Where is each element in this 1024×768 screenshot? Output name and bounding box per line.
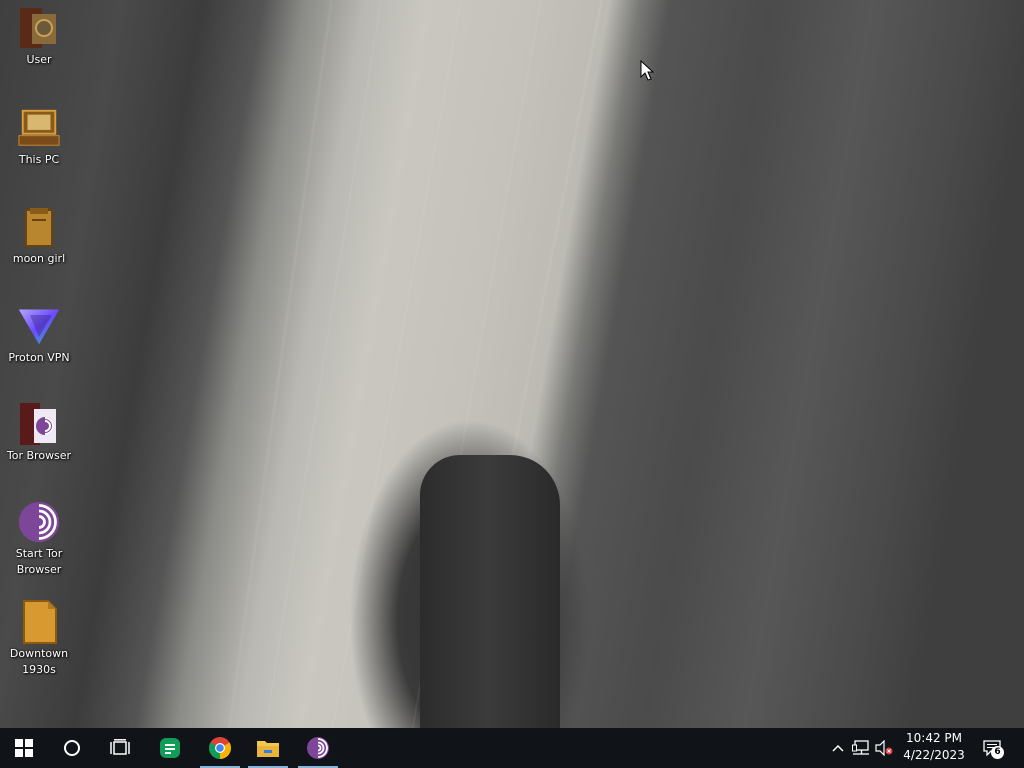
volume-muted-icon [875, 740, 893, 756]
task-view-icon [110, 739, 130, 755]
desktop-icon-label: Downtown 1930s [9, 647, 69, 676]
desktop-wallpaper: User This PC moon girl Proton VPN Tor Br… [0, 0, 1024, 728]
tor-browser-icon [17, 500, 61, 544]
desktop-icon-label: Start Tor Browser [15, 547, 63, 576]
desktop-icon-label: User [26, 53, 52, 66]
windows-start-icon [15, 739, 33, 757]
desktop-icon-label: This PC [18, 153, 60, 166]
user-folder-icon [17, 6, 61, 50]
desktop-icon-label: Proton VPN [8, 351, 70, 364]
desktop-icon-tor-browser-folder[interactable]: Tor Browser [4, 402, 74, 464]
tray-overflow-button[interactable] [828, 738, 848, 758]
folder-icon [17, 205, 61, 249]
clock-date: 4/22/2023 [903, 748, 965, 762]
search-circle-icon [64, 740, 80, 756]
notification-count-badge: 6 [991, 746, 1004, 759]
network-icon [852, 740, 869, 755]
desktop-icon-user[interactable]: User [4, 6, 74, 68]
desktop-icon-start-tor-browser[interactable]: Start Tor Browser [4, 500, 74, 578]
taskbar-app-sheets[interactable] [146, 728, 194, 768]
chrome-icon [209, 737, 231, 759]
search-button[interactable] [48, 728, 96, 768]
taskbar-app-file-explorer[interactable] [244, 728, 292, 768]
folder-icon [257, 741, 279, 757]
tor-folder-icon [17, 402, 61, 446]
taskbar: 10:42 PM 4/22/2023 6 [0, 728, 1024, 768]
document-icon [17, 600, 61, 644]
clock-time: 10:42 PM [906, 731, 962, 745]
desktop-icon-this-pc[interactable]: This PC [4, 106, 74, 168]
wallpaper-rock-pillar [420, 455, 560, 728]
desktop-icon-moon-girl[interactable]: moon girl [4, 205, 74, 267]
sheets-icon [160, 738, 180, 758]
proton-vpn-icon [17, 304, 61, 348]
tor-icon [307, 737, 329, 759]
mouse-cursor-icon [640, 59, 655, 86]
task-view-button[interactable] [96, 728, 144, 768]
this-pc-icon [17, 106, 61, 150]
desktop-icon-proton-vpn[interactable]: Proton VPN [4, 304, 74, 366]
tray-network-button[interactable] [851, 738, 871, 758]
desktop-icon-label: Tor Browser [6, 449, 72, 462]
desktop-icon-label: moon girl [12, 252, 66, 265]
taskbar-app-chrome[interactable] [196, 728, 244, 768]
taskbar-app-tor-browser[interactable] [294, 728, 342, 768]
tray-volume-button[interactable] [874, 738, 894, 758]
chevron-up-icon [832, 744, 844, 752]
action-center-button[interactable]: 6 [982, 738, 1004, 759]
taskbar-clock[interactable]: 10:42 PM 4/22/2023 [896, 730, 972, 766]
desktop-icon-downtown-1930s[interactable]: Downtown 1930s [4, 600, 74, 678]
start-button[interactable] [0, 728, 48, 768]
